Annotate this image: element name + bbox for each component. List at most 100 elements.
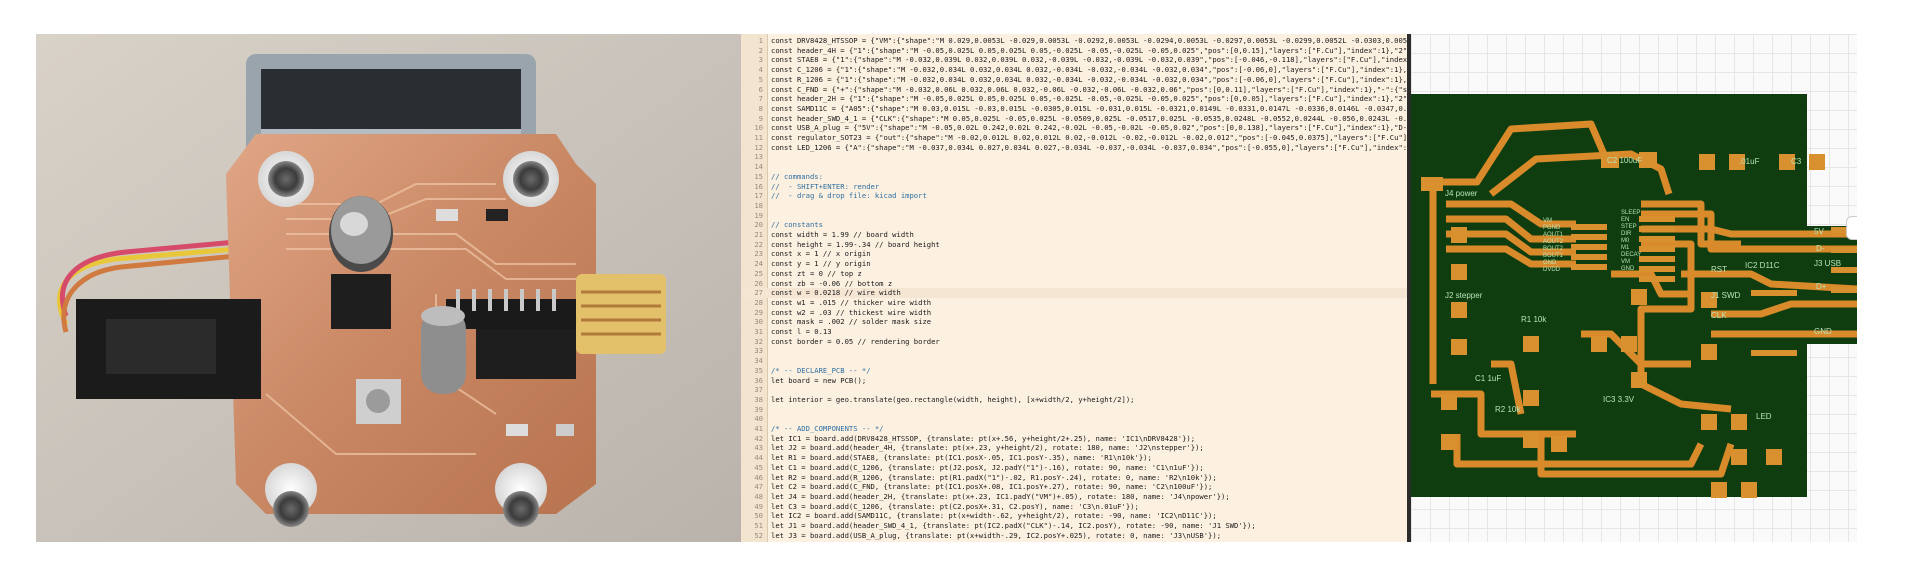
code-line[interactable]: 36 let board = new PCB(); xyxy=(741,375,1407,386)
line-number: 28 xyxy=(754,297,763,307)
code-line[interactable]: 38 let interior = geo.translate(geo.recta… xyxy=(741,394,1407,405)
code-line[interactable]: 19 xyxy=(741,211,1407,221)
line-number: 6 xyxy=(758,84,763,94)
code-text: let J1 = board.add(header_SWD_4_1, {tran… xyxy=(771,521,1256,530)
code-text: const border = 0.05 // rendering border xyxy=(771,336,940,346)
code-line[interactable]: 41 /* -- ADD_COMPONENTS -- */ xyxy=(741,424,1407,434)
code-line[interactable]: 20 // constants xyxy=(741,220,1407,230)
code-line[interactable]: 44 let R1 = board.add(STAE8, {translate: … xyxy=(741,453,1407,463)
code-line[interactable]: 22 const height = 1.99-.34 // board heigh… xyxy=(741,240,1407,250)
code-line[interactable]: 32 const border = 0.05 // rendering borde… xyxy=(741,336,1407,347)
code-text: let R1 = board.add(STAE8, {translate: pt… xyxy=(771,453,1152,463)
code-text: let IC2 = board.add(SAMD11C, {translate:… xyxy=(771,511,1217,521)
code-line[interactable]: 23 const x = 1 // x origin xyxy=(741,249,1407,259)
code-line[interactable]: 48 let J4 = board.add(header_2H, {transla… xyxy=(741,491,1407,502)
code-line[interactable]: 5 const R_1206 = {"1":{"shape":"M -0.032,… xyxy=(741,75,1407,85)
code-line[interactable]: 13 xyxy=(741,152,1407,162)
code-line[interactable]: 1 const DRV8428_HTSSOP = {"VM":{"shape":"… xyxy=(741,36,1407,46)
line-number: 30 xyxy=(754,317,763,327)
code-line[interactable]: 39 xyxy=(741,405,1407,415)
code-text: const header_2H = {"1":{"shape":"M -0.05… xyxy=(771,94,1408,104)
line-number: 23 xyxy=(754,249,763,259)
line-number: 14 xyxy=(754,162,763,172)
code-text: // - SHIFT+ENTER: render xyxy=(771,181,880,191)
line-number: 48 xyxy=(754,491,763,501)
code-line[interactable]: 18 xyxy=(741,200,1407,211)
code-line[interactable]: 37 xyxy=(741,385,1407,395)
line-number: 20 xyxy=(754,220,763,230)
code-line[interactable]: 12 const LED_1206 = {"A":{"shape":"M -0.0… xyxy=(741,143,1407,153)
code-line[interactable]: 17 // - drag & drop file: kicad import xyxy=(741,191,1407,201)
code-line[interactable]: 24 const y = 1 // y origin xyxy=(741,259,1407,269)
label-dm: D- xyxy=(1816,244,1825,253)
code-line[interactable]: 14 xyxy=(741,162,1407,172)
line-number: 31 xyxy=(754,327,763,336)
line-number: 24 xyxy=(754,259,763,269)
code-line[interactable]: 25 const zt = 0 // top z xyxy=(741,268,1407,279)
ic1-pin-label: DIR xyxy=(1621,231,1632,237)
ic1-pin-label: PGND xyxy=(1543,225,1561,231)
code-line[interactable]: 33 xyxy=(741,346,1407,356)
code-line[interactable]: 52 let J3 = board.add(USB_A_plug, {transl… xyxy=(741,530,1407,541)
line-number: 36 xyxy=(754,375,763,385)
code-line[interactable]: 11 const regulator_SOT23 = {"out":{"shape… xyxy=(741,133,1407,143)
code-text: const width = 1.99 // board width xyxy=(771,230,914,239)
line-number: 52 xyxy=(754,530,763,540)
code-line[interactable]: 26 const zb = -0.06 // bottom z xyxy=(741,279,1407,289)
code-text: let board = new PCB(); xyxy=(771,375,867,385)
ic1-pin-label: BOUT2 xyxy=(1543,246,1564,252)
line-number: 49 xyxy=(754,501,763,511)
line-number: 25 xyxy=(754,268,763,278)
code-line[interactable]: 21 const width = 1.99 // board width xyxy=(741,230,1407,240)
code-line[interactable]: 43 let J2 = board.add(header_4H, {transla… xyxy=(741,443,1407,453)
code-line[interactable]: 40 xyxy=(741,414,1407,424)
line-number: 33 xyxy=(754,346,763,356)
code-line[interactable]: 34 xyxy=(741,356,1407,366)
code-editor[interactable]: 1 const DRV8428_HTSSOP = {"VM":{"shape":"… xyxy=(741,34,1411,542)
pcb-render-view[interactable]: C2 100uF .01uF C3 J4 power J2 stepper R1… xyxy=(1411,34,1857,542)
code-line[interactable]: 35 /* -- DECLARE_PCB -- */ xyxy=(741,366,1407,376)
code-text: const x = 1 // x origin xyxy=(771,249,871,259)
screw-top-left xyxy=(268,161,304,197)
panel-drag-handle[interactable] xyxy=(1846,216,1857,240)
code-line[interactable]: 4 const C_1206 = {"1":{"shape":"M -0.032,… xyxy=(741,65,1407,75)
line-number: 2 xyxy=(758,45,763,55)
ic1-pin-label: GND xyxy=(1621,266,1635,272)
code-line[interactable]: 51 let J1 = board.add(header_SWD_4_1, {tr… xyxy=(741,521,1407,531)
code-line[interactable]: 50 let IC2 = board.add(SAMD11C, {translat… xyxy=(741,511,1407,521)
code-text: const zt = 0 // top z xyxy=(771,268,862,278)
line-number: 42 xyxy=(754,433,763,443)
code-line[interactable]: 42 let IC1 = board.add(DRV8428_HTSSOP, {t… xyxy=(741,433,1407,444)
code-line[interactable]: 47 let C2 = board.add(C_FND, {translate: … xyxy=(741,482,1407,492)
code-line[interactable]: 15 // commands: xyxy=(741,172,1407,182)
label-c2: C2 100uF xyxy=(1607,156,1642,165)
code-line[interactable]: 2 const header_4H = {"1":{"shape":"M -0.0… xyxy=(741,45,1407,56)
line-number: 37 xyxy=(754,385,763,395)
code-text: let interior = geo.translate(geo.rectang… xyxy=(771,394,1135,404)
code-line[interactable]: 29 const w2 = .03 // thickest wire width xyxy=(741,307,1407,318)
code-line[interactable]: 3 const STAE8 = {"1":{"shape":"M -0.032,0… xyxy=(741,55,1407,65)
code-line[interactable]: 31 const l = 0.13 xyxy=(741,327,1407,337)
line-number: 32 xyxy=(754,336,763,346)
code-line[interactable]: 6 const C_FND = {"+":{"shape":"M -0.032,0… xyxy=(741,84,1407,95)
code-line[interactable]: 30 const mask = .002 // solder mask size xyxy=(741,317,1407,327)
line-number: 18 xyxy=(754,200,763,210)
line-number: 41 xyxy=(754,424,763,433)
code-line[interactable]: 10 const USB_A_plug = {"5V":{"shape":"M -… xyxy=(741,123,1407,133)
code-text: const w2 = .03 // thickest wire width xyxy=(771,307,932,317)
code-line[interactable]: 16 // - SHIFT+ENTER: render xyxy=(741,181,1407,192)
line-number: 44 xyxy=(754,453,763,463)
code-line[interactable]: 9 const header_SWD_4_1 = {"CLK":{"shape":… xyxy=(741,113,1407,124)
code-line[interactable]: 27 const w = 0.0218 // wire width xyxy=(741,288,1407,298)
code-line[interactable]: 7 const header_2H = {"1":{"shape":"M -0.0… xyxy=(741,94,1408,104)
line-number: 9 xyxy=(758,113,763,123)
code-line[interactable]: 45 let C1 = board.add(C_1206, {translate:… xyxy=(741,463,1407,473)
code-line[interactable]: 8 const SAMD11C = {"A05":{"shape":"M 0.03… xyxy=(741,104,1407,114)
line-number: 10 xyxy=(754,123,763,133)
code-line[interactable]: 46 let R2 = board.add(R_1206, {translate:… xyxy=(741,473,1407,483)
ic1-pin-label: M1 xyxy=(1621,245,1630,251)
label-dp: D+ xyxy=(1816,282,1827,291)
code-line[interactable]: 28 const w1 = .015 // thicker wire width xyxy=(741,297,1407,308)
code-line[interactable]: 49 let C3 = board.add(C_1206, {translate:… xyxy=(741,501,1407,512)
line-number: 47 xyxy=(754,482,763,492)
